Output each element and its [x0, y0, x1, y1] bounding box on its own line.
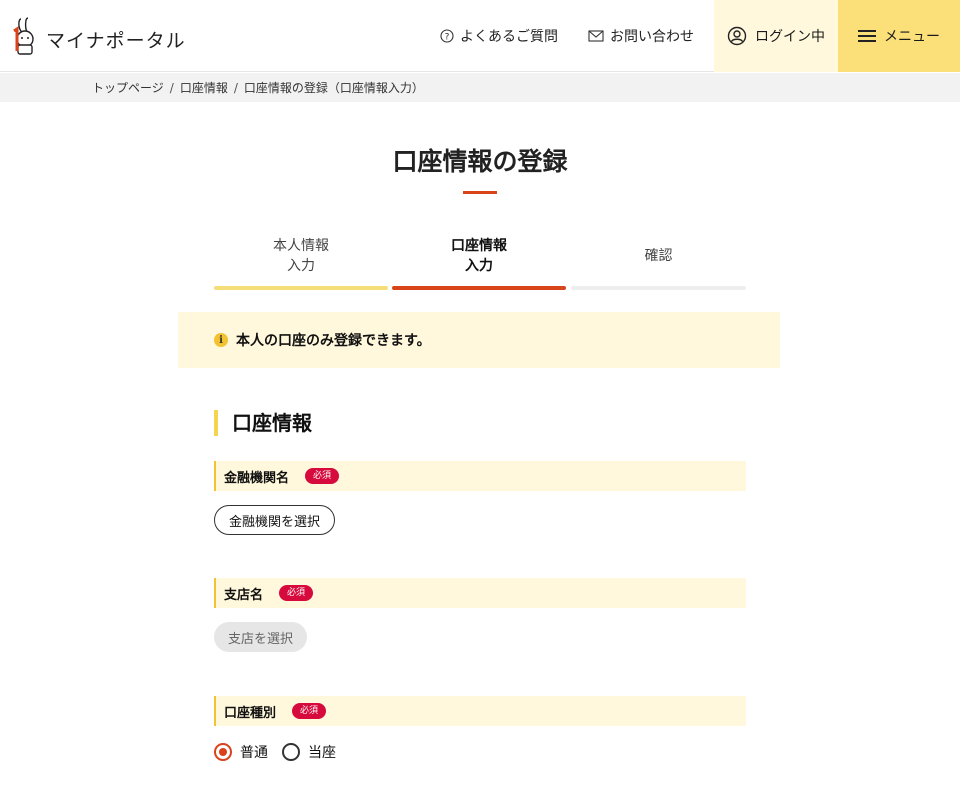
contact-label: お問い合わせ	[610, 29, 694, 45]
step-label-line1: 確認	[644, 248, 673, 264]
menu-button[interactable]: メニュー	[838, 0, 960, 72]
breadcrumb-separator: /	[169, 80, 174, 95]
breadcrumb: トップページ / 口座情報 / 口座情報の登録（口座情報入力）	[0, 73, 960, 102]
step-personal-info: 本人情報 入力	[214, 236, 388, 290]
faq-label: よくあるご質問	[460, 29, 558, 45]
page-title: 口座情報の登録	[392, 147, 568, 176]
progress-steps: 本人情報 入力 口座情報 入力 確認	[214, 236, 746, 290]
contact-link[interactable]: お問い合わせ	[588, 0, 694, 72]
notice-banner: i 本人の口座のみ登録できます。	[178, 312, 780, 368]
logo-text: マイナポータル	[46, 29, 186, 52]
step-label-line1: 本人情報	[273, 238, 329, 254]
field-label-branch: 支店名 必須	[214, 578, 746, 608]
breadcrumb-item-top[interactable]: トップページ	[92, 79, 164, 96]
menu-label: メニュー	[884, 29, 940, 45]
breadcrumb-item-current: 口座情報の登録（口座情報入力）	[243, 81, 424, 95]
step-confirm: 確認	[571, 236, 746, 290]
radio-option-ordinary[interactable]: 普通	[214, 742, 268, 762]
info-icon: i	[214, 333, 228, 347]
step-progress-bar	[214, 286, 388, 290]
select-bank-button[interactable]: 金融機関を選択	[214, 505, 336, 535]
step-label-line2: 入力	[287, 258, 315, 274]
select-branch-button: 支店を選択	[214, 622, 308, 652]
step-account-info: 口座情報 入力	[392, 236, 566, 290]
question-circle-icon: ?	[440, 29, 454, 43]
faq-link[interactable]: ? よくあるご質問	[440, 0, 558, 72]
section-heading: 口座情報	[214, 410, 312, 436]
field-label-bank: 金融機関名 必須	[214, 461, 746, 491]
breadcrumb-separator: /	[233, 80, 238, 95]
radio-button[interactable]	[282, 743, 300, 761]
site-header: マイナポータル ? よくあるご質問 お問い合わせ ログイン中 メニュー	[0, 0, 960, 72]
breadcrumb-item-account-info[interactable]: 口座情報	[180, 79, 228, 96]
step-progress-bar	[392, 286, 566, 290]
notice-text: 本人の口座のみ登録できます。	[236, 333, 431, 349]
step-progress-bar	[571, 286, 746, 290]
user-circle-icon	[727, 26, 747, 46]
radio-label: 当座	[308, 745, 336, 761]
login-label: ログイン中	[755, 29, 825, 45]
hamburger-menu-icon	[858, 30, 876, 42]
field-label-text: 支店名	[224, 587, 264, 603]
radio-option-current[interactable]: 当座	[282, 742, 336, 762]
svg-text:?: ?	[445, 33, 450, 43]
mynaportal-rabbit-logo-icon	[13, 17, 34, 55]
required-badge: 必須	[279, 585, 314, 601]
radio-label: 普通	[240, 745, 268, 761]
account-type-radio-group: 普通 当座	[214, 741, 350, 763]
title-underline	[463, 191, 497, 194]
site-logo[interactable]: マイナポータル	[12, 16, 186, 56]
field-label-text: 口座種別	[224, 705, 277, 721]
step-label-line1: 口座情報	[451, 238, 507, 254]
field-label-account-type: 口座種別 必須	[214, 696, 746, 726]
step-label-line2: 入力	[465, 258, 493, 274]
mail-icon	[588, 30, 604, 42]
login-status-button[interactable]: ログイン中	[714, 0, 838, 72]
required-badge: 必須	[292, 703, 327, 719]
required-badge: 必須	[305, 468, 340, 484]
radio-button-checked[interactable]	[214, 743, 232, 761]
field-label-text: 金融機関名	[224, 470, 290, 486]
